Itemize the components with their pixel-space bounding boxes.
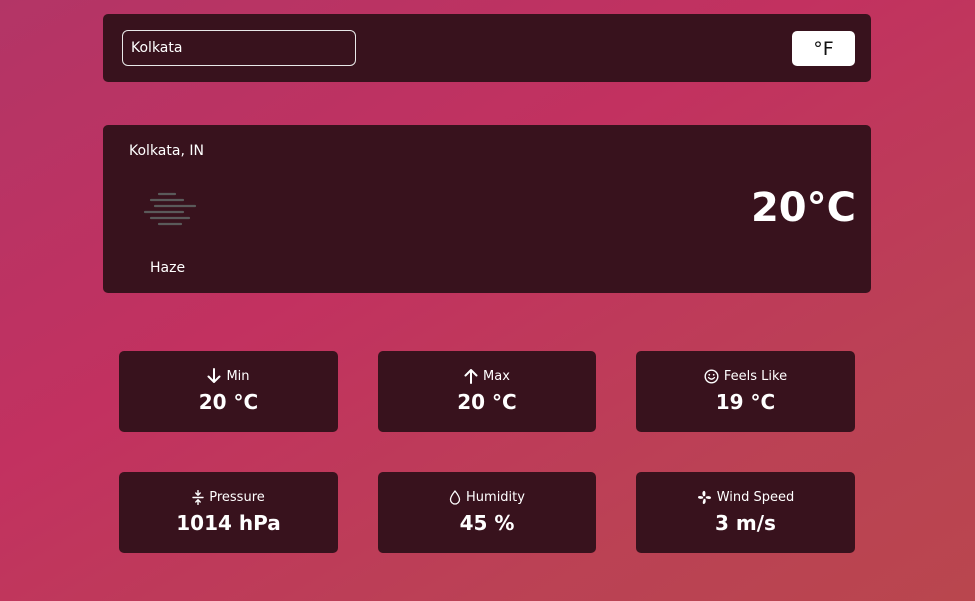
droplet-icon: [449, 489, 461, 505]
max-temp-card: Max 20 °C: [378, 351, 596, 432]
city-search-input[interactable]: [122, 30, 356, 66]
humidity-card: Humidity 45 %: [378, 472, 596, 553]
min-temp-value: 20 °C: [198, 390, 259, 414]
compress-icon: [192, 489, 204, 505]
haze-icon: [143, 192, 197, 226]
smiley-icon: [704, 368, 719, 384]
pressure-label: Pressure: [209, 489, 265, 505]
max-temp-label: Max: [483, 368, 510, 384]
arrow-up-icon: [464, 369, 478, 384]
wind-speed-label: Wind Speed: [716, 489, 795, 505]
humidity-value: 45 %: [459, 511, 515, 535]
arrow-down-icon: [207, 368, 221, 383]
unit-toggle-button[interactable]: °F: [792, 31, 855, 66]
wind-speed-card: Wind Speed 3 m/s: [636, 472, 855, 553]
current-weather-panel: Kolkata, IN Haze 20°C: [103, 125, 871, 293]
search-bar: °F: [103, 14, 871, 82]
min-temp-label: Min: [226, 368, 250, 384]
max-temp-value: 20 °C: [457, 390, 517, 414]
wind-speed-value: 3 m/s: [715, 511, 776, 535]
min-temp-card: Min 20 °C: [119, 351, 338, 432]
condition-label: Haze: [150, 260, 186, 276]
location-label: Kolkata, IN: [129, 143, 204, 159]
feels-like-value: 19 °C: [715, 390, 776, 414]
fan-icon: [697, 490, 711, 504]
pressure-value: 1014 hPa: [176, 511, 281, 535]
humidity-label: Humidity: [466, 489, 525, 505]
pressure-card: Pressure 1014 hPa: [119, 472, 338, 553]
feels-like-card: Feels Like 19 °C: [636, 351, 855, 432]
temperature-value: 20°C: [750, 185, 856, 231]
feels-like-label: Feels Like: [723, 368, 788, 384]
